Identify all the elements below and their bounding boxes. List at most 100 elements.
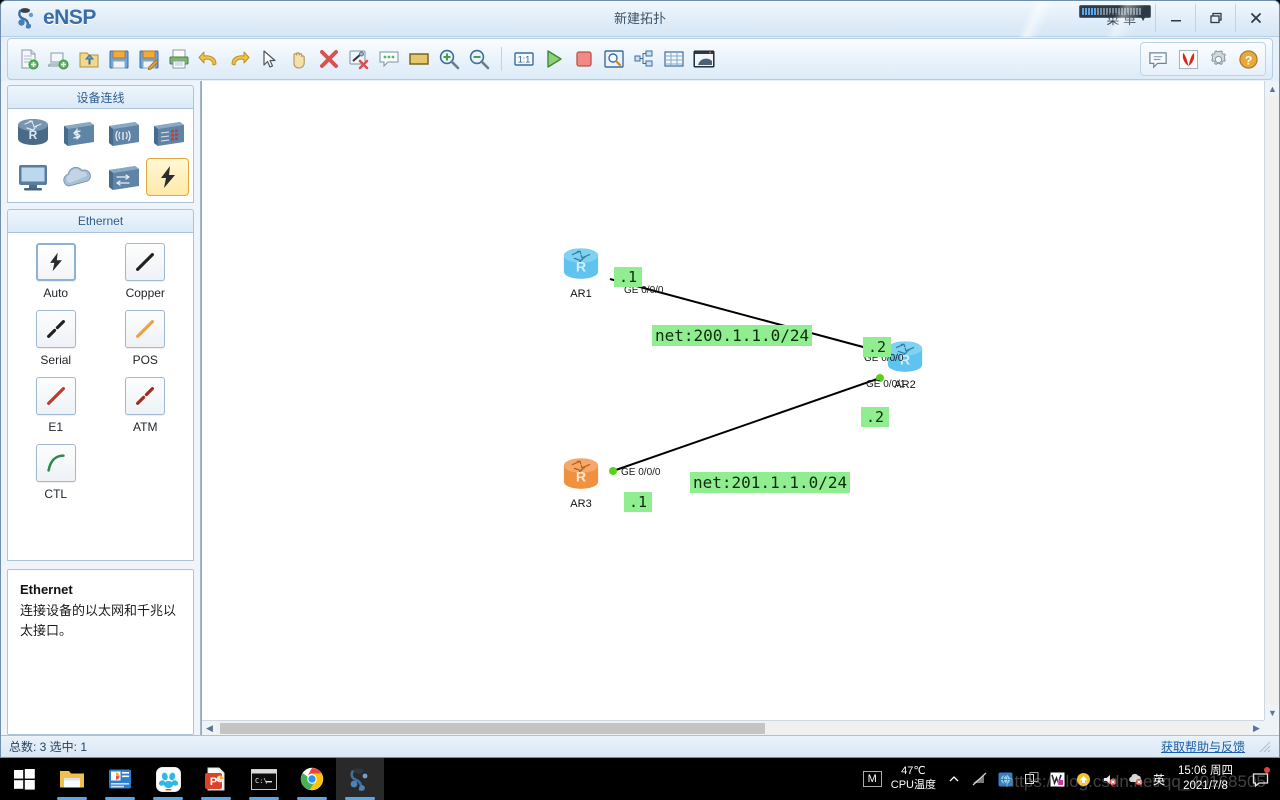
- zoom-in-button[interactable]: [435, 44, 463, 74]
- zoom-out-button[interactable]: [465, 44, 493, 74]
- device-other[interactable]: [102, 158, 145, 196]
- redo-button[interactable]: [225, 44, 253, 74]
- settings-button[interactable]: [1204, 44, 1232, 74]
- link-ctl[interactable]: CTL: [14, 444, 98, 501]
- canvas-horizontal-scrollbar[interactable]: ◀ ▶: [202, 720, 1264, 736]
- ip-ar3-dot1[interactable]: .1: [624, 492, 653, 512]
- scroll-down-icon[interactable]: ▼: [1265, 705, 1279, 720]
- taskbar-chrome[interactable]: [288, 758, 336, 800]
- resize-grip-icon[interactable]: [1259, 741, 1271, 753]
- canvas-vertical-scrollbar[interactable]: ▲ ▼: [1264, 81, 1279, 720]
- taskbar-cmd[interactable]: C:\: [240, 758, 288, 800]
- close-button[interactable]: [1235, 4, 1275, 32]
- link-e1[interactable]: E1: [14, 377, 98, 434]
- save-as-button[interactable]: [135, 44, 163, 74]
- vmware-tray-icon[interactable]: [1049, 771, 1066, 788]
- device-link[interactable]: [146, 158, 189, 196]
- onedrive-error-icon[interactable]: [1127, 771, 1144, 788]
- green-curve-cable-icon: [35, 444, 76, 482]
- ime-marker[interactable]: M: [862, 771, 882, 787]
- router-icon: R: [563, 248, 599, 279]
- link-copper[interactable]: Copper: [104, 243, 188, 300]
- open-button[interactable]: [75, 44, 103, 74]
- new-topology-button[interactable]: [15, 44, 43, 74]
- scroll-left-icon[interactable]: ◀: [202, 721, 217, 736]
- link-auto[interactable]: Auto: [14, 243, 98, 300]
- ip-ar1-dot1[interactable]: .1: [614, 267, 643, 287]
- device-wlan[interactable]: [102, 114, 145, 152]
- language-indicator[interactable]: 英: [1153, 771, 1165, 788]
- tray-expand-icon[interactable]: [945, 771, 962, 788]
- scroll-up-icon[interactable]: ▲: [1265, 81, 1279, 96]
- router-icon: R: [563, 458, 599, 489]
- new-document-icon: [21, 49, 39, 70]
- node-ar1[interactable]: R AR1: [557, 246, 605, 300]
- new-device-button[interactable]: [45, 44, 73, 74]
- red-stop-icon: [576, 51, 592, 67]
- window-controls: 菜 单 ▼: [1098, 4, 1275, 32]
- topology-canvas[interactable]: R AR1 R AR2 R AR3 GE 0/0/0 GE 0/0/0 GE 0…: [202, 81, 1264, 720]
- help-feedback-link[interactable]: 获取帮助与反馈: [1161, 738, 1245, 755]
- link-pos-label: POS: [132, 353, 158, 367]
- minimize-button[interactable]: [1155, 4, 1195, 32]
- zoom-reset-button[interactable]: 1:1: [510, 44, 538, 74]
- ensp-icon: [350, 768, 368, 791]
- add-note-button[interactable]: [375, 44, 403, 74]
- taskbar-ensp[interactable]: [336, 758, 384, 800]
- huawei-button[interactable]: [1174, 44, 1202, 74]
- link-atm[interactable]: ATM: [104, 377, 188, 434]
- device-switch[interactable]: [57, 114, 100, 152]
- save-button[interactable]: [105, 44, 133, 74]
- task-view-icon[interactable]: [1023, 771, 1040, 788]
- net-201-label[interactable]: net:201.1.1.0/24: [690, 472, 851, 493]
- taskbar-wps-presentation[interactable]: [96, 758, 144, 800]
- scroll-right-icon[interactable]: ▶: [1249, 721, 1264, 736]
- grid-button[interactable]: [660, 44, 688, 74]
- delete-button[interactable]: [315, 44, 343, 74]
- device-terminal[interactable]: [12, 158, 55, 196]
- command-prompt-icon: C:\: [251, 768, 277, 790]
- device-router[interactable]: R: [12, 114, 55, 152]
- link-serial[interactable]: Serial: [14, 310, 98, 367]
- ip-ar2-dot2-lower[interactable]: .2: [861, 407, 890, 427]
- stop-all-button[interactable]: [570, 44, 598, 74]
- title-bar: eNSP 新建拓扑 菜 单 ▼: [1, 1, 1279, 37]
- left-panel: 设备连线 R Ethernet Auto Copper Serial POS E…: [1, 81, 201, 735]
- node-ar3[interactable]: R AR3: [557, 456, 605, 510]
- chat-button[interactable]: [1144, 44, 1172, 74]
- menu-button[interactable]: 菜 单 ▼: [1098, 4, 1155, 32]
- device-firewall[interactable]: [146, 114, 189, 152]
- link-pos[interactable]: POS: [104, 310, 188, 367]
- router-icon: R: [18, 119, 49, 145]
- taskbar-baidu-netdisk[interactable]: [144, 758, 192, 800]
- network-disconnected-icon[interactable]: [971, 771, 988, 788]
- delete-link-button[interactable]: [345, 44, 373, 74]
- taskbar-powerpoint[interactable]: P: [192, 758, 240, 800]
- taskbar-start[interactable]: [0, 758, 48, 800]
- notification-center-button[interactable]: [1246, 760, 1274, 798]
- screenshot-button[interactable]: [690, 44, 718, 74]
- ip-ar2-dot2-upper[interactable]: .2: [863, 337, 892, 357]
- rectangle-shape-icon: [409, 53, 429, 65]
- add-shape-button[interactable]: [405, 44, 433, 74]
- cpu-temp-tray[interactable]: 47℃ CPU温度: [891, 765, 936, 793]
- taskbar-clock[interactable]: 15:06 周四 2021/7/8: [1174, 764, 1237, 794]
- select-tool-button[interactable]: [255, 44, 283, 74]
- notification-icon: [1252, 772, 1268, 787]
- update-icon[interactable]: [1075, 771, 1092, 788]
- hscroll-thumb[interactable]: [220, 723, 765, 734]
- undo-button[interactable]: [195, 44, 223, 74]
- volume-muted-icon[interactable]: [1101, 771, 1118, 788]
- taskbar-file-explorer[interactable]: [48, 758, 96, 800]
- start-all-button[interactable]: [540, 44, 568, 74]
- pan-tool-button[interactable]: [285, 44, 313, 74]
- device-cloud[interactable]: [57, 158, 100, 196]
- print-button[interactable]: [165, 44, 193, 74]
- capture-button[interactable]: [600, 44, 628, 74]
- help-button[interactable]: ?: [1234, 44, 1262, 74]
- topology-tree-button[interactable]: [630, 44, 658, 74]
- notification-dot: [1264, 767, 1270, 773]
- net-200-label[interactable]: net:200.1.1.0/24: [652, 325, 813, 346]
- network-monitor-icon[interactable]: [997, 771, 1014, 788]
- maximize-button[interactable]: [1195, 4, 1235, 32]
